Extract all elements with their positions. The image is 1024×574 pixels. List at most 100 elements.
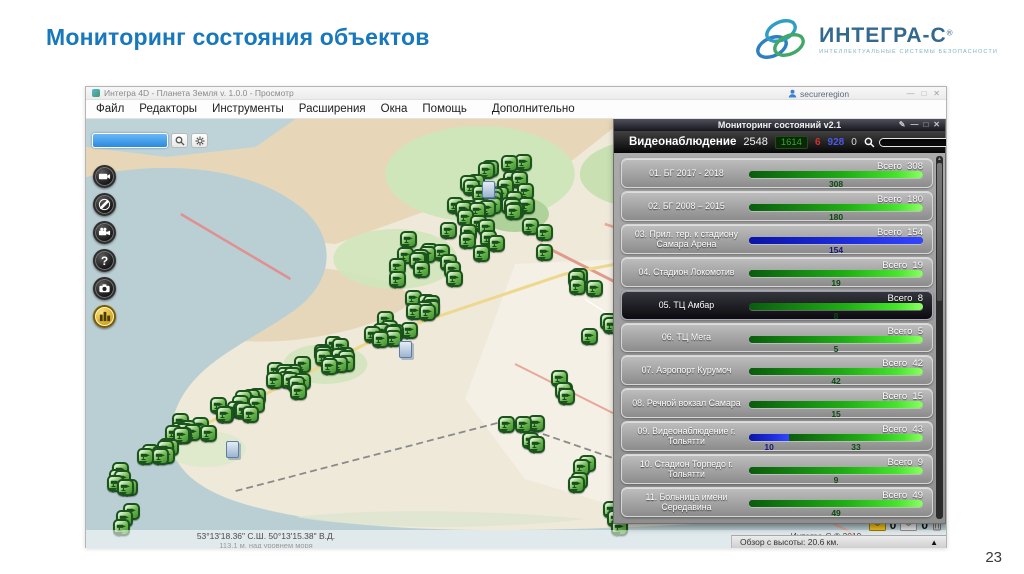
object-list-item[interactable]: 07. Аэропорт Курумоч Всего 42 42 xyxy=(621,355,933,386)
camera-marker[interactable] xyxy=(136,448,154,467)
camera-marker[interactable] xyxy=(498,416,516,435)
camera-marker[interactable] xyxy=(418,304,436,322)
maximize-icon[interactable]: □ xyxy=(921,89,926,98)
progress-segment xyxy=(789,434,923,442)
panel-scrollbar[interactable]: ▲ xyxy=(936,156,943,519)
user-chip[interactable]: secureregion xyxy=(788,87,849,100)
menu-item[interactable]: Расширения xyxy=(299,103,366,115)
object-list-item[interactable]: 02. БГ 2008 – 2015 Всего 180 180 xyxy=(621,190,933,222)
camera-marker[interactable] xyxy=(580,328,598,347)
object-label: 09. Видеонаблюдение г. Тольятти xyxy=(637,426,736,447)
menu-item[interactable]: Дополнительно xyxy=(492,103,575,115)
camera-marker[interactable] xyxy=(488,234,506,253)
camera-marker[interactable] xyxy=(527,436,545,455)
search-settings-button[interactable] xyxy=(191,133,208,148)
window-controls: — □ ✕ xyxy=(906,89,940,98)
object-list-item[interactable]: 06. ТЦ Мега Всего 5 5 xyxy=(621,322,933,354)
menu-item[interactable]: Редакторы xyxy=(139,103,197,115)
panel-edit-icon[interactable]: ✎ xyxy=(899,120,906,129)
map-view[interactable]: ? 53°13'18.36" С.Ш. 50°13'15.38" В.Д. 11… xyxy=(86,119,946,548)
panel-maximize-icon[interactable]: □ xyxy=(923,120,928,129)
camera-marker[interactable] xyxy=(116,479,134,498)
object-label: 11. Больница имени Середавина xyxy=(645,491,728,513)
panel-search-icon[interactable] xyxy=(864,137,875,148)
progress-segment xyxy=(749,203,923,211)
count-offline: 928 xyxy=(827,136,845,148)
panel-close-icon[interactable]: ✕ xyxy=(933,120,940,129)
panel-search-field[interactable] xyxy=(878,137,946,147)
scroll-thumb[interactable] xyxy=(937,163,942,301)
camera-marker[interactable] xyxy=(412,260,430,279)
search-button[interactable] xyxy=(171,133,188,148)
object-list-item[interactable]: 08. Речной вокзал Самара Всего 15 15 xyxy=(621,388,933,419)
segment-value: 19 xyxy=(831,277,841,288)
panel-header-label: Видеонаблюдение xyxy=(629,136,737,148)
panel-titlebar[interactable]: Мониторинг состояний v2.1 ✎ — □ ✕ xyxy=(614,119,945,131)
map-search-input[interactable] xyxy=(92,133,168,148)
camera-marker[interactable] xyxy=(215,406,233,424)
camera-marker[interactable] xyxy=(199,425,217,444)
menu-item[interactable]: Инструменты xyxy=(212,103,284,115)
object-list-item[interactable]: 04. Стадион Локомотив Всего 19 19 xyxy=(621,256,933,288)
menu-item[interactable]: Помощь xyxy=(422,103,466,115)
close-icon[interactable]: ✕ xyxy=(933,89,940,98)
progress-values: 42 xyxy=(749,376,923,386)
view-height-statusbar: Обзор с высоты: 20.6 км. ▲ xyxy=(731,535,946,548)
panel-minimize-icon[interactable]: — xyxy=(910,120,918,129)
object-list-item[interactable]: 11. Больница имени Середавина Всего 49 49 xyxy=(621,487,933,518)
camera-marker[interactable] xyxy=(321,358,339,376)
menu-item[interactable]: Файл xyxy=(96,103,124,115)
camera-marker[interactable] xyxy=(152,447,170,466)
logo-registered-mark: ® xyxy=(946,28,953,38)
building-3d-model[interactable] xyxy=(226,441,239,458)
camera-marker[interactable] xyxy=(439,221,457,240)
collapse-arrow-icon[interactable]: ▲ xyxy=(930,538,938,547)
tool-help-icon[interactable]: ? xyxy=(93,249,116,272)
camera-marker[interactable] xyxy=(501,154,519,173)
camera-marker[interactable] xyxy=(569,278,587,297)
object-list-item[interactable]: 05. ТЦ Амбар Всего 8 8 xyxy=(621,289,933,321)
object-list-item[interactable]: 03. Прил. тер. к стадиону Самара Арена Вс… xyxy=(621,223,933,255)
building-3d-model[interactable] xyxy=(399,341,412,358)
camera-marker[interactable] xyxy=(515,416,533,435)
tool-pencil-icon[interactable] xyxy=(93,193,116,216)
progress-bar xyxy=(749,335,923,343)
camera-marker[interactable] xyxy=(558,387,576,406)
progress-bar xyxy=(749,368,923,376)
progress-segment xyxy=(749,236,923,244)
tool-photo-camera-icon[interactable] xyxy=(93,277,116,300)
tool-video-camera-icon[interactable] xyxy=(93,221,116,244)
object-list-item[interactable]: 10. Стадион Торпедо г. Тольятти Всего 99 xyxy=(621,454,933,485)
camera-marker[interactable] xyxy=(389,271,407,290)
progress-values: 308 xyxy=(749,179,923,189)
camera-marker[interactable] xyxy=(472,245,490,264)
progress-segment xyxy=(749,368,923,376)
tool-buildings-icon[interactable] xyxy=(93,305,116,328)
progress-values: 8 xyxy=(749,311,923,321)
camera-marker[interactable] xyxy=(289,382,307,401)
progress-segment xyxy=(749,467,923,475)
user-icon xyxy=(788,89,797,98)
minimize-icon[interactable]: — xyxy=(906,89,914,98)
camera-marker[interactable] xyxy=(505,203,523,222)
building-3d-model[interactable] xyxy=(482,181,495,198)
coordinates-text: 53°13'18.36" С.Ш. 50°13'15.38" В.Д. xyxy=(196,531,336,541)
tool-camera-icon[interactable] xyxy=(93,165,116,188)
object-list-item[interactable]: 09. Видеонаблюдение г. Тольятти Всего 43 1… xyxy=(621,421,933,452)
object-list: 01. БГ 2017 - 2018 Всего 308 308 02. БГ 200… xyxy=(614,153,945,523)
object-list-item[interactable]: 01. БГ 2017 - 2018 Всего 308 308 xyxy=(621,158,933,189)
camera-marker[interactable] xyxy=(567,476,585,495)
camera-marker[interactable] xyxy=(535,244,553,263)
camera-marker[interactable] xyxy=(586,279,604,298)
scroll-up-icon[interactable]: ▲ xyxy=(937,156,942,162)
camera-marker[interactable] xyxy=(265,371,283,390)
map-toolbar: ? xyxy=(93,165,116,328)
progress-bar xyxy=(749,434,923,442)
camera-marker[interactable] xyxy=(372,330,390,349)
camera-marker[interactable] xyxy=(535,223,553,242)
camera-marker[interactable] xyxy=(241,406,259,425)
camera-marker[interactable] xyxy=(399,231,417,250)
menu-item[interactable]: Окна xyxy=(381,103,408,115)
camera-marker[interactable] xyxy=(445,270,463,289)
progress-bar xyxy=(749,500,923,508)
